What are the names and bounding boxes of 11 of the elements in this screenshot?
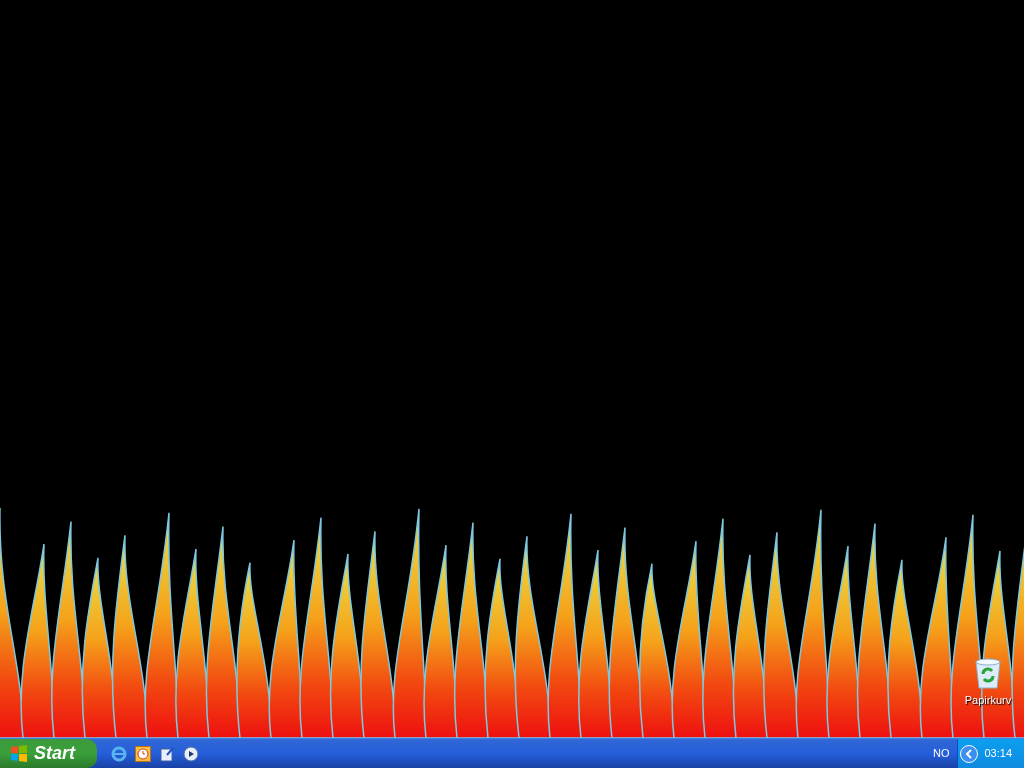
browser-icon[interactable] [111,745,127,762]
start-button[interactable]: Start [0,739,97,768]
recycle-bin-icon[interactable] [973,658,1003,691]
media-player-icon[interactable] [183,745,199,762]
language-indicator[interactable]: NO [932,745,950,762]
clock-icon[interactable] [135,745,151,762]
windows-logo-icon [9,743,29,764]
clock[interactable]: 03:14 [984,745,1012,762]
document-icon[interactable] [159,745,175,762]
chevron-left-icon [965,748,974,759]
tray-expand-button[interactable] [960,744,979,763]
